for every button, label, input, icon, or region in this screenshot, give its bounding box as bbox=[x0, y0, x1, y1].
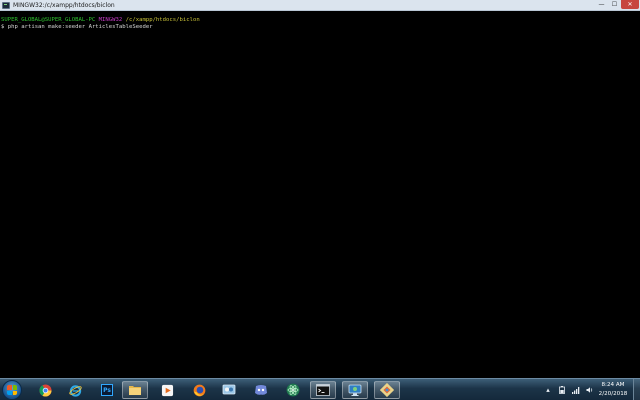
chrome-taskbar-button[interactable] bbox=[32, 381, 58, 399]
volume-icon[interactable] bbox=[586, 386, 594, 394]
paint-icon bbox=[380, 383, 394, 397]
command-text: php artisan make:seeder ArticlesTableSee… bbox=[7, 24, 153, 30]
window-controls: — ☐ ✕ bbox=[595, 0, 639, 10]
photoshop-taskbar-button[interactable]: Ps bbox=[94, 381, 120, 399]
prompt-line: SUPER_GLOBAL@SUPER_GLOBAL-PC MINGW32 /c/… bbox=[1, 17, 640, 24]
window-title: MINGW32:/c/xampp/htdocs/biclon bbox=[13, 1, 115, 9]
ie-taskbar-button[interactable] bbox=[62, 381, 88, 399]
taskbar-clock[interactable]: 8:24 AM 2/20/2018 bbox=[598, 381, 628, 399]
start-button[interactable] bbox=[2, 380, 22, 400]
git-bash-icon bbox=[2, 1, 10, 9]
internet-explorer-icon bbox=[68, 384, 82, 397]
terminal-area[interactable]: SUPER_GLOBAL@SUPER_GLOBAL-PC MINGW32 /c/… bbox=[0, 12, 640, 378]
paint-taskbar-button[interactable] bbox=[374, 381, 400, 399]
system-tray: ▴ bbox=[544, 382, 594, 398]
clock-date: 2/20/2018 bbox=[598, 391, 628, 397]
prompt-path: /c/xampp/htdocs/biclon bbox=[125, 17, 200, 23]
atom-taskbar-button[interactable] bbox=[280, 381, 306, 399]
command-line: $ php artisan make:seeder ArticlesTableS… bbox=[1, 24, 640, 31]
atom-icon bbox=[286, 383, 300, 397]
firefox-icon bbox=[193, 384, 205, 396]
show-desktop-button[interactable] bbox=[633, 379, 640, 400]
clock-time: 8:24 AM bbox=[601, 382, 625, 388]
close-button[interactable]: ✕ bbox=[621, 0, 639, 9]
media-player-taskbar-button[interactable] bbox=[154, 381, 180, 399]
photoshop-icon: Ps bbox=[101, 384, 113, 396]
firefox-taskbar-button[interactable] bbox=[186, 381, 212, 399]
discord-icon bbox=[255, 385, 267, 395]
prompt-user: SUPER_GLOBAL@SUPER_GLOBAL-PC bbox=[1, 17, 96, 23]
network-app-icon bbox=[222, 384, 236, 395]
remote-desktop-icon bbox=[348, 384, 362, 396]
maximize-button[interactable]: ☐ bbox=[608, 0, 621, 9]
window-titlebar[interactable]: MINGW32:/c/xampp/htdocs/biclon — ☐ ✕ bbox=[0, 0, 640, 11]
show-hidden-icons-icon[interactable]: ▴ bbox=[544, 386, 552, 394]
network-signal-icon[interactable] bbox=[572, 386, 580, 394]
file-explorer-icon bbox=[129, 386, 141, 395]
discord-taskbar-button[interactable] bbox=[248, 381, 274, 399]
media-player-icon bbox=[161, 384, 173, 396]
battery-icon[interactable] bbox=[558, 386, 566, 394]
windows-logo-icon bbox=[7, 385, 17, 395]
terminal-taskbar-button[interactable] bbox=[310, 381, 336, 399]
chrome-icon bbox=[38, 383, 52, 397]
taskbar: Ps ▴ 8:24 AM 2/20/2018 bbox=[0, 378, 640, 400]
terminal-icon bbox=[316, 384, 330, 396]
network-app-taskbar-button[interactable] bbox=[216, 381, 242, 399]
prompt-host: MINGW32 bbox=[98, 17, 123, 23]
minimize-button[interactable]: — bbox=[595, 0, 608, 9]
file-explorer-taskbar-button[interactable] bbox=[122, 381, 148, 399]
prompt-symbol: $ bbox=[1, 24, 5, 30]
remote-desktop-taskbar-button[interactable] bbox=[342, 381, 368, 399]
